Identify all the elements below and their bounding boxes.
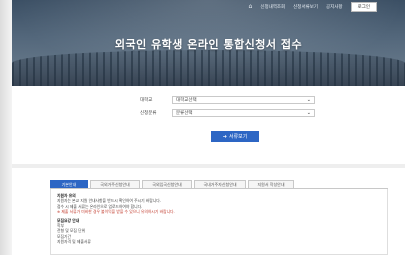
nav-link-notice[interactable]: 공지사항	[326, 4, 343, 10]
tab-basic[interactable]: 기본안내	[50, 180, 88, 188]
nav-link-history[interactable]: 신청내역조회	[260, 4, 285, 10]
chevron-down-icon: ⌄	[306, 109, 311, 116]
chevron-down-icon: ⌄	[306, 96, 311, 103]
page-title: 외국인 유학생 온라인 통합신청서 접수	[114, 38, 303, 51]
tab-overseas-entry[interactable]: 국외입국신청안내	[142, 180, 192, 188]
info-tabs: 기본안내 국외거주신청안내 국외입국신청안내 국내거주자신청안내 지원서 작성안…	[50, 180, 388, 189]
arrow-icon: ➜	[222, 133, 227, 140]
search-form: 대학교 대학교선택 ⌄ 신청분류 분류선택 ⌄ ➜ 서류보기	[12, 86, 405, 164]
tab-application-guide[interactable]: 지원서 작성안내	[248, 180, 294, 188]
tab-overseas-resident[interactable]: 국외거주신청안내	[90, 180, 140, 188]
category-row: 신청분류 분류선택 ⌄	[140, 108, 315, 117]
university-select[interactable]: 대학교선택 ⌄	[172, 95, 315, 104]
tab-domestic-resident[interactable]: 국내거주자신청안내	[194, 180, 246, 188]
page: ⌂ 신청내역조회 신청서류보기 공지사항 로그인 외국인 유학생 온라인 통합신…	[12, 0, 405, 255]
notice-panel: 지원자 유의 지원자는 본교 지원 안내사항을 반드시 확인하여 주시기 바랍니…	[50, 189, 388, 255]
window-left-edge	[0, 0, 12, 255]
category-select-value: 분류선택	[176, 110, 193, 116]
hero-banner: ⌂ 신청내역조회 신청서류보기 공지사항 로그인 외국인 유학생 온라인 통합신…	[12, 0, 405, 86]
search-button[interactable]: ➜ 서류보기	[211, 131, 259, 142]
university-row: 대학교 대학교선택 ⌄	[140, 95, 315, 104]
login-button[interactable]: 로그인	[350, 2, 377, 12]
search-button-label: 서류보기	[228, 134, 248, 140]
university-select-value: 대학교선택	[176, 97, 197, 103]
notice-line: 지원자격 및 제출서류	[57, 239, 91, 245]
home-icon[interactable]: ⌂	[249, 4, 253, 10]
hero-roof-image	[12, 50, 405, 86]
top-nav: ⌂ 신청내역조회 신청서류보기 공지사항 로그인	[249, 2, 377, 12]
nav-link-documents[interactable]: 신청서류보기	[293, 4, 318, 10]
university-label: 대학교	[140, 97, 153, 103]
category-label: 신청분류	[140, 110, 157, 116]
category-select[interactable]: 분류선택 ⌄	[172, 108, 315, 117]
section-divider	[12, 164, 405, 168]
